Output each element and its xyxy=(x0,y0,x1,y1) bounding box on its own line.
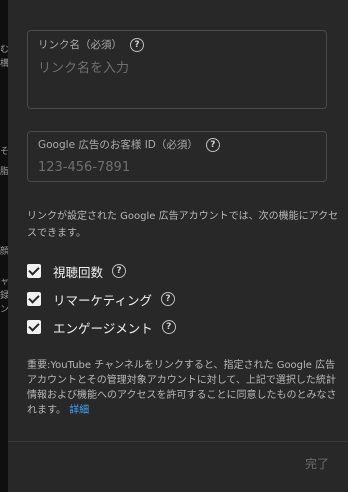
background-page: む 構 そ 脂 顔 ャ 録 ン xyxy=(0,0,9,492)
learn-more-link[interactable]: 詳細 xyxy=(69,405,89,416)
customer-id-label: Google 広告のお客様 ID（必須） xyxy=(38,139,198,151)
feature-label: リマーケティング xyxy=(53,292,153,308)
customer-id-label-row: Google 広告のお客様 ID（必須） ? xyxy=(38,137,220,152)
feature-option-views[interactable]: 視聴回数 ? xyxy=(27,261,127,281)
help-icon[interactable]: ? xyxy=(161,320,176,334)
feature-label: エンゲージメント xyxy=(53,320,153,336)
link-name-field[interactable]: リンク名（必須） ? xyxy=(27,30,327,109)
feature-access-info: リンクが設定された Google 広告アカウントでは、次の機能にアクセスできます… xyxy=(27,211,339,239)
checkbox-checked-icon[interactable] xyxy=(27,292,41,306)
feature-option-remarketing[interactable]: リマーケティング ? xyxy=(27,289,176,309)
help-icon[interactable]: ? xyxy=(205,137,220,152)
feature-label: 視聴回数 xyxy=(53,264,104,280)
link-name-label: リンク名（必須） xyxy=(38,39,122,51)
footer-divider xyxy=(8,441,348,442)
link-name-label-row: リンク名（必須） ? xyxy=(38,37,144,52)
help-icon[interactable]: ? xyxy=(112,264,127,278)
consent-notice: 重要:YouTube チャンネルをリンクすると、指定された Google 広告ア… xyxy=(27,358,339,418)
customer-id-input[interactable] xyxy=(38,157,316,177)
link-ads-account-dialog: リンク名（必須） ? Google 広告のお客様 ID（必須） ? リンクが設定… xyxy=(8,0,348,492)
checkbox-checked-icon[interactable] xyxy=(27,320,41,334)
help-icon[interactable]: ? xyxy=(130,37,144,52)
link-name-input[interactable] xyxy=(38,58,316,78)
checkbox-checked-icon[interactable] xyxy=(27,264,41,278)
done-button[interactable]: 完了 xyxy=(305,455,329,472)
feature-option-engagement[interactable]: エンゲージメント ? xyxy=(27,317,176,337)
customer-id-field[interactable]: Google 広告のお客様 ID（必須） ? xyxy=(27,131,327,182)
help-icon[interactable]: ? xyxy=(161,292,176,306)
